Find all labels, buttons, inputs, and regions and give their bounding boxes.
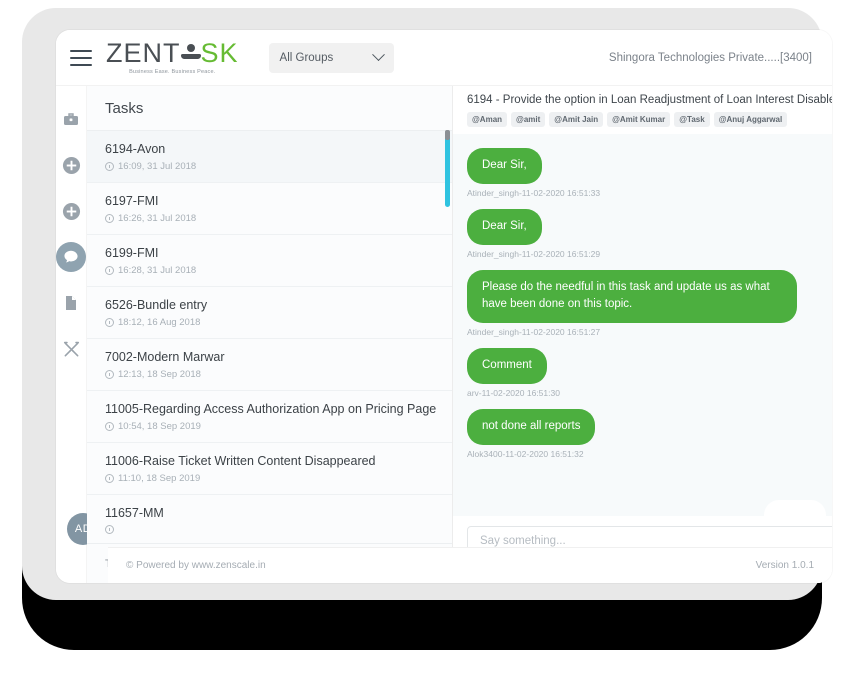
task-meta: 16:26, 31 Jul 2018	[105, 213, 434, 224]
task-meta: 16:09, 31 Jul 2018	[105, 161, 434, 172]
chat-task-title: 6194 - Provide the option in Loan Readju…	[467, 94, 832, 106]
chat-tag[interactable]: @amit	[511, 112, 545, 127]
task-list-item[interactable]: 7002-Modern Marwar 12:13, 18 Sep 2018	[87, 339, 452, 391]
task-title: 11657-MM	[105, 506, 434, 520]
task-list-scrollbar[interactable]	[445, 132, 450, 207]
task-list-item[interactable]: 6197-FMI 16:26, 31 Jul 2018	[87, 183, 452, 235]
hamburger-icon[interactable]	[70, 50, 92, 66]
app-body: AD Tasks 6194-Avon 16:09, 31 Jul 2018 61…	[56, 86, 832, 583]
task-time: 16:26, 31 Jul 2018	[118, 213, 196, 224]
task-meta: 12:13, 18 Sep 2018	[105, 369, 434, 380]
task-time: 10:54, 18 Sep 2019	[118, 421, 201, 432]
clock-icon	[105, 474, 114, 483]
task-title: 11006-Raise Ticket Written Content Disap…	[105, 454, 434, 468]
task-title: 6197-FMI	[105, 194, 434, 208]
chat-tag[interactable]: @Amit Jain	[549, 112, 603, 127]
task-title: 7002-Modern Marwar	[105, 350, 434, 364]
chat-bubble: Please do the needful in this task and u…	[467, 270, 797, 324]
chat-tag[interactable]: @Amit Kumar	[607, 112, 670, 127]
screenshot-stage: ZENT SK Business Ease. Business Peace. Al…	[0, 0, 846, 687]
task-list-item[interactable]: 11657-MM	[87, 495, 452, 543]
chat-bubble: not done all reports	[467, 409, 595, 445]
clock-icon	[105, 318, 114, 327]
company-name: Shingora Technologies Private.....[3400]	[609, 52, 812, 64]
chat-bubble: Comment	[467, 348, 547, 384]
task-time: 16:28, 31 Jul 2018	[118, 265, 196, 276]
task-list-item[interactable]: 6526-Bundle entry 18:12, 16 Aug 2018	[87, 287, 452, 339]
chat-message-stamp: Alok3400-11-02-2020 16:51:32	[467, 449, 832, 459]
task-time: 11:10, 18 Sep 2019	[118, 473, 200, 484]
task-meta: 11:10, 18 Sep 2019	[105, 473, 434, 484]
chat-panel: 6194 - Provide the option in Loan Readju…	[453, 86, 832, 583]
clock-icon	[105, 525, 114, 534]
document-icon[interactable]	[56, 288, 86, 318]
clock-icon	[105, 214, 114, 223]
device-frame: ZENT SK Business Ease. Business Peace. Al…	[22, 8, 822, 600]
task-meta: 10:54, 18 Sep 2019	[105, 421, 434, 432]
footer-powered-by: © Powered by www.zenscale.in	[126, 560, 266, 571]
logo-tagline: Business Ease. Business Peace.	[129, 69, 215, 75]
chat-message: not done all reports Alok3400-11-02-2020…	[467, 409, 832, 459]
chat-bubble: Dear Sir,	[467, 209, 542, 245]
group-select[interactable]: All Groups	[269, 43, 394, 73]
chat-tag[interactable]: @Task	[674, 112, 709, 127]
chat-message: Please do the needful in this task and u…	[467, 270, 832, 338]
task-meta	[105, 525, 434, 534]
logo-text-part2: SK	[201, 38, 239, 68]
task-list-item[interactable]: 6199-FMI 16:28, 31 Jul 2018	[87, 235, 452, 287]
task-panel-title: Tasks	[87, 86, 452, 131]
chat-bubble-icon[interactable]	[56, 242, 86, 272]
app-logo[interactable]: ZENT SK Business Ease. Business Peace.	[106, 40, 239, 75]
chat-message-stamp: Atinder_singh-11-02-2020 16:51:33	[467, 188, 832, 198]
footer-version: Version 1.0.1	[756, 560, 814, 571]
app-window: ZENT SK Business Ease. Business Peace. Al…	[56, 30, 832, 583]
clock-icon	[105, 370, 114, 379]
task-time: 16:09, 31 Jul 2018	[118, 161, 196, 172]
icon-rail: AD	[56, 86, 87, 583]
briefcase-icon[interactable]	[56, 104, 86, 134]
app-footer: © Powered by www.zenscale.in Version 1.0…	[108, 547, 832, 583]
chevron-down-icon	[372, 48, 385, 61]
chat-message-stamp: Atinder_singh-11-02-2020 16:51:29	[467, 249, 832, 259]
task-list-item[interactable]: 11006-Raise Ticket Written Content Disap…	[87, 443, 452, 495]
task-title: 6194-Avon	[105, 142, 434, 156]
chat-message-stamp: arv-11-02-2020 16:51:30	[467, 388, 832, 398]
chat-message-stamp: Atinder_singh-11-02-2020 16:51:27	[467, 327, 832, 337]
group-select-value: All Groups	[280, 52, 334, 64]
task-time: 18:12, 16 Aug 2018	[118, 317, 200, 328]
chat-message: Comment arv-11-02-2020 16:51:30	[467, 348, 832, 398]
chat-bubble: Dear Sir,	[467, 148, 542, 184]
clock-icon	[105, 162, 114, 171]
chat-message: Dear Sir, Atinder_singh-11-02-2020 16:51…	[467, 148, 832, 198]
chat-message: Dear Sir, Atinder_singh-11-02-2020 16:51…	[467, 209, 832, 259]
task-title: 6199-FMI	[105, 246, 434, 260]
logo-text: ZENT SK	[106, 40, 239, 67]
tools-icon[interactable]	[56, 334, 86, 364]
task-title: 6526-Bundle entry	[105, 298, 434, 312]
task-list-item[interactable]: 11005-Regarding Access Authorization App…	[87, 391, 452, 443]
chat-tag[interactable]: @Aman	[467, 112, 507, 127]
person-icon	[181, 43, 201, 65]
logo-text-part1: ZENT	[106, 38, 181, 68]
task-list-item[interactable]: 6194-Avon 16:09, 31 Jul 2018	[87, 131, 452, 183]
clock-icon	[105, 422, 114, 431]
chat-tag-row: @Aman @amit @Amit Jain @Amit Kumar @Task…	[467, 112, 832, 127]
chat-header: 6194 - Provide the option in Loan Readju…	[453, 86, 832, 134]
task-title: 11005-Regarding Access Authorization App…	[105, 402, 434, 416]
task-meta: 16:28, 31 Jul 2018	[105, 265, 434, 276]
plus-circle-icon[interactable]	[56, 196, 86, 226]
task-meta: 18:12, 16 Aug 2018	[105, 317, 434, 328]
app-header: ZENT SK Business Ease. Business Peace. Al…	[56, 30, 832, 86]
clock-icon	[105, 266, 114, 275]
chat-message-list: Dear Sir, Atinder_singh-11-02-2020 16:51…	[453, 134, 832, 516]
task-time: 12:13, 18 Sep 2018	[118, 369, 201, 380]
plus-circle-icon[interactable]	[56, 150, 86, 180]
task-list: 6194-Avon 16:09, 31 Jul 2018 6197-FMI 16…	[87, 131, 452, 543]
chat-tag[interactable]: @Anuj Aggarwal	[714, 112, 788, 127]
chat-bubble-partial	[764, 500, 826, 516]
task-panel: Tasks 6194-Avon 16:09, 31 Jul 2018 6197-…	[87, 86, 453, 583]
